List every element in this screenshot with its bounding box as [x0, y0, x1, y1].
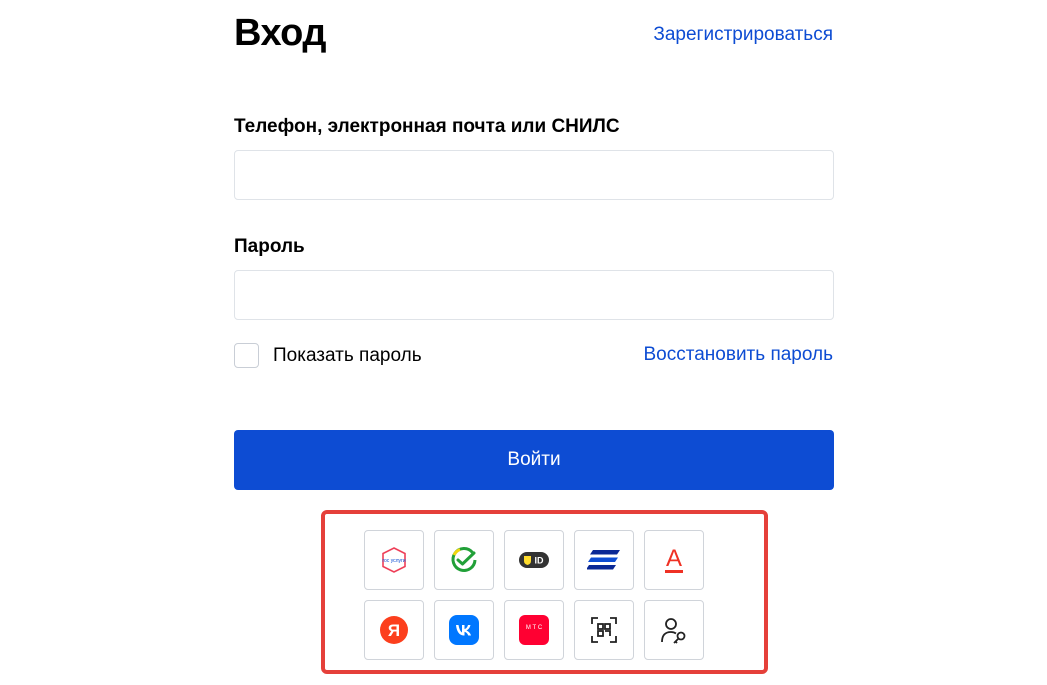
user-key-icon	[661, 618, 686, 644]
alfa-icon: А	[665, 545, 683, 573]
vtb-icon	[587, 550, 620, 570]
password-field-label: Пароль	[234, 236, 305, 257]
vk-icon	[449, 615, 479, 645]
provider-gosuslugi-button[interactable]: гос услуги	[364, 530, 424, 590]
submit-button[interactable]: Войти	[234, 430, 834, 490]
provider-sber-button[interactable]	[434, 530, 494, 590]
alfa-icon-label: А	[666, 545, 682, 572]
password-field[interactable]	[234, 270, 834, 320]
tinkoff-id-icon: ID	[519, 552, 549, 568]
show-password-toggle[interactable]: Показать пароль	[234, 343, 422, 368]
mts-icon: М Т С	[519, 615, 549, 645]
login-providers-panel: гос услуги ID А Я М Т С	[321, 510, 768, 674]
yandex-icon-label: Я	[388, 621, 400, 640]
provider-vk-button[interactable]	[434, 600, 494, 660]
restore-password-link[interactable]: Восстановить пароль	[644, 344, 834, 366]
sber-icon	[451, 547, 477, 572]
login-providers-grid: гос услуги ID А Я М Т С	[364, 530, 704, 660]
provider-yandex-button[interactable]: Я	[364, 600, 424, 660]
show-password-label: Показать пароль	[273, 344, 422, 366]
qr-icon	[591, 617, 617, 643]
provider-mts-button[interactable]: М Т С	[504, 600, 564, 660]
login-field-label: Телефон, электронная почта или СНИЛС	[234, 116, 620, 137]
page-title: Вход	[234, 12, 326, 54]
show-password-checkbox[interactable]	[234, 343, 259, 368]
provider-tinkoff-id-button[interactable]: ID	[504, 530, 564, 590]
mts-icon-label: М Т С	[526, 625, 543, 631]
provider-alfa-button[interactable]: А	[644, 530, 704, 590]
login-field[interactable]	[234, 150, 834, 200]
provider-user-key-button[interactable]	[644, 600, 704, 660]
yandex-icon: Я	[380, 616, 408, 644]
provider-vtb-button[interactable]	[574, 530, 634, 590]
gosuslugi-icon-label: гос услуги	[382, 558, 406, 564]
register-link[interactable]: Зарегистрироваться	[653, 24, 833, 46]
provider-qr-button[interactable]	[574, 600, 634, 660]
tinkoff-id-icon-label: ID	[535, 556, 545, 566]
gosuslugi-icon: гос услуги	[382, 547, 406, 573]
